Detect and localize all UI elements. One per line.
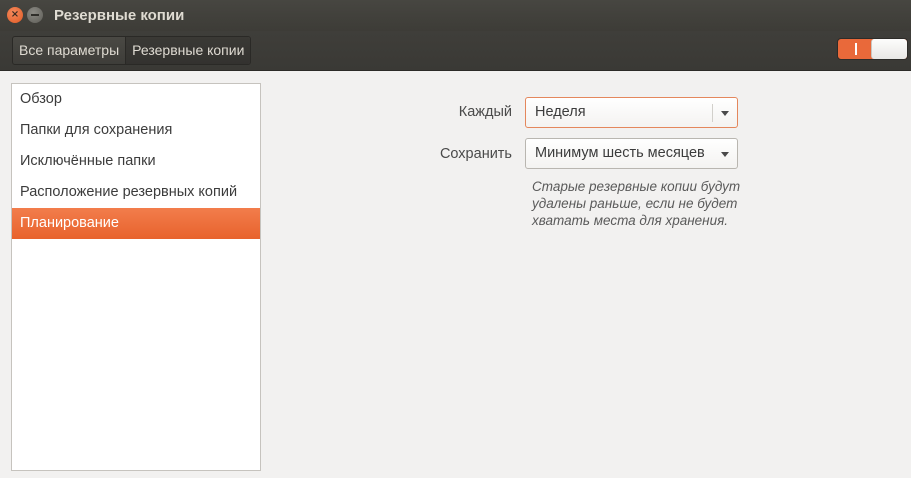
sidebar-item-folders-to-save[interactable]: Папки для сохранения [12, 115, 260, 146]
minimize-icon[interactable] [27, 7, 43, 23]
sidebar-item-storage-location[interactable]: Расположение резервных копий [12, 177, 260, 208]
toolbar: Все параметры Резервные копии [0, 31, 911, 71]
keep-dropdown[interactable]: Минимум шесть месяцев [525, 138, 738, 169]
sidebar-item-excluded-folders[interactable]: Исключённые папки [12, 146, 260, 177]
every-dropdown[interactable]: Неделя [525, 97, 738, 128]
keep-label: Сохранить [439, 146, 512, 162]
every-dropdown-value: Неделя [535, 104, 586, 120]
sidebar-item-overview[interactable]: Обзор [12, 84, 260, 115]
backup-toggle-switch[interactable] [837, 38, 908, 60]
chevron-down-icon [721, 152, 729, 157]
dropdown-separator [712, 104, 713, 122]
sidebar-item-scheduling[interactable]: Планирование [12, 208, 260, 239]
sidebar: Обзор Папки для сохранения Исключённые п… [11, 83, 261, 471]
every-label: Каждый [458, 104, 512, 120]
keep-dropdown-value: Минимум шесть месяцев [535, 145, 705, 161]
breadcrumb-backups[interactable]: Резервные копии [125, 37, 251, 64]
window-title: Резервные копии [54, 7, 185, 24]
close-icon[interactable]: × [7, 7, 23, 23]
chevron-down-icon [721, 111, 729, 116]
breadcrumb: Все параметры Резервные копии [12, 36, 252, 65]
retention-hint: Старые резервные копии будут удалены ран… [532, 179, 741, 228]
breadcrumb-all-settings[interactable]: Все параметры [13, 37, 125, 64]
switch-knob[interactable] [871, 39, 907, 59]
switch-on-indicator [855, 43, 857, 55]
title-bar: × Резервные копии [0, 0, 911, 31]
